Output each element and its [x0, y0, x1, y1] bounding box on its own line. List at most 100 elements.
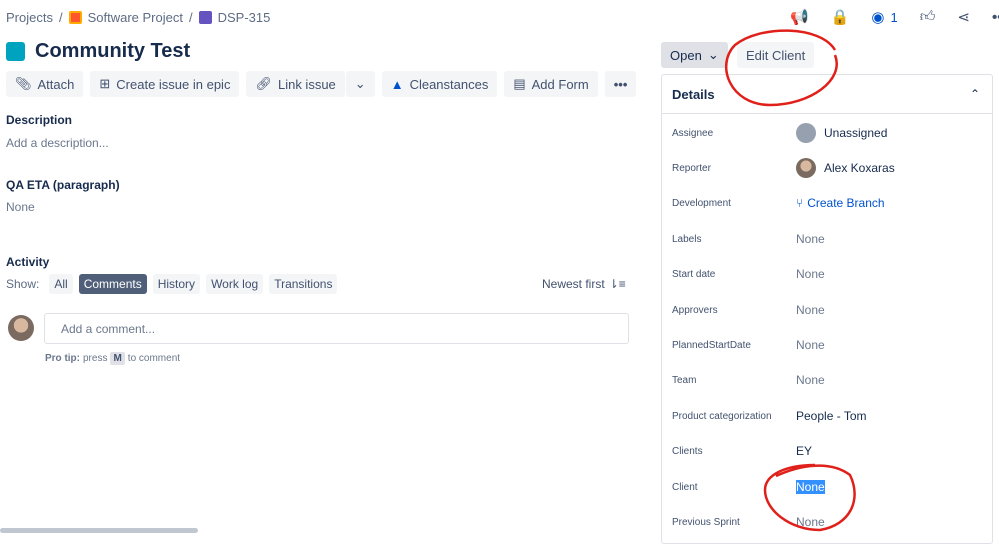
link-issue-label: Link issue — [277, 76, 336, 92]
share-icon[interactable]: ⋖ — [957, 8, 970, 26]
breadcrumb: Projects / Software Project / DSP-315 — [6, 10, 271, 25]
chevron-down-icon: ⌄ — [354, 76, 366, 91]
pro-tip-press: press — [83, 353, 108, 364]
filter-work-log[interactable]: Work log — [206, 274, 264, 294]
field-value[interactable]: EY — [796, 444, 812, 458]
breadcrumb-project[interactable]: Software Project — [88, 10, 183, 25]
field-label: PlannedStartDate — [672, 339, 751, 351]
field-product-categorization: Product categorization People - Tom — [672, 406, 982, 426]
reporter-text: Alex Koxaras — [824, 161, 895, 175]
field-approvers: Approvers None — [672, 300, 982, 320]
hierarchy-icon: ⊞ — [99, 76, 111, 91]
current-user-avatar — [8, 315, 34, 341]
assignee-text: Unassigned — [824, 126, 888, 140]
description-input[interactable]: Add a description... — [6, 136, 109, 150]
issue-title: Community Test — [6, 40, 190, 63]
create-branch-link[interactable]: ⑂ Create Branch — [796, 196, 885, 210]
create-issue-label: Create issue in epic — [116, 76, 231, 92]
watch-count: 1 — [890, 9, 898, 25]
assignee-value[interactable]: Unassigned — [796, 123, 887, 143]
field-client: Client None — [672, 477, 982, 497]
activity-filter: Show: All Comments History Work log Tran… — [6, 274, 338, 294]
reporter-avatar — [796, 158, 816, 178]
create-issue-button[interactable]: ⊞ Create issue in epic — [90, 71, 240, 97]
field-development: Development ⑂ Create Branch — [672, 193, 982, 213]
epic-icon — [198, 11, 212, 24]
issue-type-icon — [6, 42, 25, 61]
qa-eta-value[interactable]: None — [6, 200, 35, 214]
more-actions-button[interactable]: ••• — [604, 71, 637, 97]
link-issue-button[interactable]: 🔗︎ Link issue — [246, 71, 345, 97]
field-team: Team None — [672, 370, 982, 390]
status-dropdown[interactable]: Open ⌄ — [661, 42, 728, 68]
atlassian-icon: ▲ — [390, 76, 404, 92]
filter-transitions[interactable]: Transitions — [269, 274, 338, 294]
field-assignee: Assignee Unassigned — [672, 123, 982, 143]
project-icon — [68, 11, 82, 24]
field-label: Start date — [672, 268, 716, 280]
field-value[interactable]: None — [796, 267, 825, 281]
field-label: Previous Sprint — [672, 516, 740, 528]
unassigned-avatar-icon — [796, 123, 816, 143]
field-value[interactable]: None — [796, 515, 825, 529]
link-icon: 🔗︎ — [255, 76, 272, 91]
horizontal-scrollbar[interactable] — [0, 528, 198, 533]
breadcrumb-projects[interactable]: Projects — [6, 10, 53, 25]
branch-icon: ⑂ — [796, 196, 804, 210]
watch-button[interactable]: ◉ 1 — [871, 8, 897, 26]
field-labels: Labels None — [672, 229, 982, 249]
details-header[interactable]: Details ⌃ — [662, 75, 992, 114]
description-heading: Description — [6, 113, 73, 127]
sort-label: Newest first — [542, 277, 605, 291]
pro-tip-end: to comment — [127, 353, 181, 364]
field-label: Approvers — [672, 304, 718, 316]
field-label: Team — [672, 374, 697, 386]
toolbar: 📎︎ Attach ⊞ Create issue in epic 🔗︎ Link is… — [6, 71, 637, 97]
field-label: Development — [672, 197, 731, 209]
filter-history[interactable]: History — [152, 274, 201, 294]
field-label: Labels — [672, 233, 702, 245]
create-branch-text: Create Branch — [807, 196, 885, 210]
edit-client-button[interactable]: Edit Client — [737, 42, 815, 68]
field-value[interactable]: None — [796, 373, 825, 387]
add-form-label: Add Form — [531, 76, 589, 92]
attach-button[interactable]: 📎︎ Attach — [6, 71, 84, 97]
pro-tip-label: Pro tip: — [45, 353, 80, 364]
add-form-button[interactable]: ▤ Add Form — [504, 71, 598, 97]
field-value[interactable]: None — [796, 338, 825, 352]
chevron-up-icon: ⌃ — [969, 87, 980, 101]
field-value[interactable]: People - Tom — [796, 409, 866, 423]
eye-icon: ◉ — [871, 9, 885, 26]
filter-comments[interactable]: Comments — [78, 274, 147, 294]
shortcut-key: M — [110, 352, 125, 365]
filter-all[interactable]: All — [49, 274, 73, 294]
lock-icon[interactable]: 🔒 — [831, 8, 850, 26]
breadcrumb-issue[interactable]: DSP-315 — [218, 10, 271, 25]
activity-heading: Activity — [6, 255, 50, 269]
comment-input[interactable]: Add a comment... — [44, 313, 629, 344]
chevron-down-icon: ⌄ — [707, 47, 719, 62]
field-value[interactable]: None — [796, 232, 825, 246]
status-label: Open — [670, 47, 702, 63]
link-dropdown-button[interactable]: ⌄ — [345, 71, 375, 97]
cleanstances-label: Cleanstances — [409, 76, 489, 92]
field-label: Product categorization — [672, 410, 772, 422]
field-previous-sprint: Previous Sprint None — [672, 512, 982, 532]
field-value[interactable]: None — [796, 480, 825, 494]
issue-title-text[interactable]: Community Test — [35, 40, 190, 63]
like-icon[interactable]: 👍︎ — [920, 8, 936, 26]
pro-tip: Pro tip: press Mto comment — [45, 352, 180, 365]
announce-icon[interactable]: 📢 — [790, 8, 809, 26]
qa-eta-heading: QA ETA (paragraph) — [6, 178, 120, 192]
more-icon[interactable]: ••• — [992, 9, 999, 26]
field-label: Client — [672, 481, 698, 493]
edit-client-label: Edit Client — [746, 47, 806, 63]
field-label: Reporter — [672, 162, 711, 174]
field-label: Clients — [672, 445, 703, 457]
cleanstances-button[interactable]: ▲ Cleanstances — [381, 71, 498, 97]
reporter-value[interactable]: Alex Koxaras — [796, 158, 895, 178]
field-reporter: Reporter Alex Koxaras — [672, 158, 982, 178]
attach-label: Attach — [37, 76, 75, 92]
sort-button[interactable]: Newest first ⇂≡ — [542, 277, 626, 291]
field-value[interactable]: None — [796, 303, 825, 317]
